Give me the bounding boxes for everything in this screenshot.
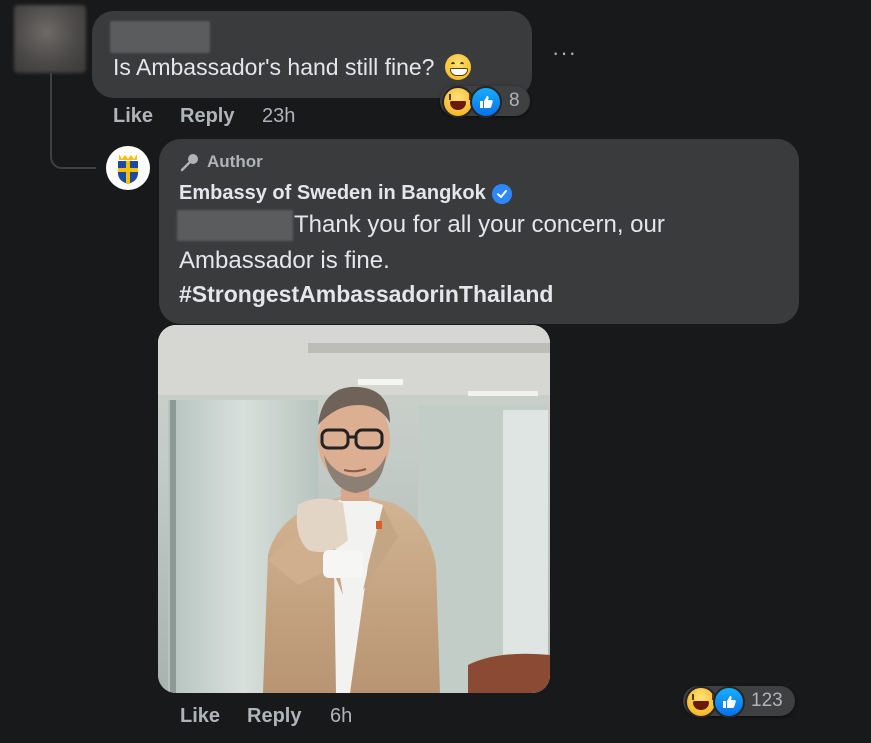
redacted-commenter-name bbox=[110, 21, 210, 53]
microphone-icon bbox=[180, 154, 198, 172]
reply-button[interactable]: Reply bbox=[180, 105, 234, 128]
verified-badge-icon bbox=[491, 183, 512, 204]
like-button[interactable]: Like bbox=[113, 105, 153, 128]
thread-connector bbox=[50, 73, 96, 169]
embassy-avatar[interactable] bbox=[106, 146, 150, 190]
comment-body: Is Ambassador's hand still fine? bbox=[113, 54, 435, 80]
reply-text-line1: Thank you for all your concern, our bbox=[294, 211, 665, 238]
comment-text: Is Ambassador's hand still fine? bbox=[113, 54, 471, 81]
attached-photo[interactable] bbox=[158, 325, 550, 693]
reaction-count: 8 bbox=[509, 90, 520, 111]
reply-timestamp[interactable]: 6h bbox=[330, 705, 352, 728]
author-badge-label: Author bbox=[207, 152, 263, 171]
timestamp[interactable]: 23h bbox=[262, 105, 295, 128]
reply-reaction-count: 123 bbox=[751, 690, 783, 711]
like-reaction-icon bbox=[470, 86, 502, 118]
author-badge: Author bbox=[179, 152, 263, 172]
redacted-mention bbox=[177, 210, 293, 241]
grinning-face-icon bbox=[444, 54, 471, 80]
hashtag-link[interactable]: #StrongestAmbassadorinThailand bbox=[179, 281, 553, 308]
more-options-icon[interactable]: ··· bbox=[552, 40, 577, 66]
page-name[interactable]: Embassy of Sweden in Bangkok bbox=[179, 182, 512, 205]
reply-like-button[interactable]: Like bbox=[180, 705, 220, 728]
reply-text-line2: Ambassador is fine. bbox=[179, 247, 390, 274]
reply-reply-button[interactable]: Reply bbox=[247, 705, 301, 728]
page-name-label[interactable]: Embassy of Sweden in Bangkok bbox=[179, 182, 486, 205]
like-reaction-icon bbox=[713, 686, 745, 718]
commenter-avatar[interactable] bbox=[14, 5, 86, 73]
